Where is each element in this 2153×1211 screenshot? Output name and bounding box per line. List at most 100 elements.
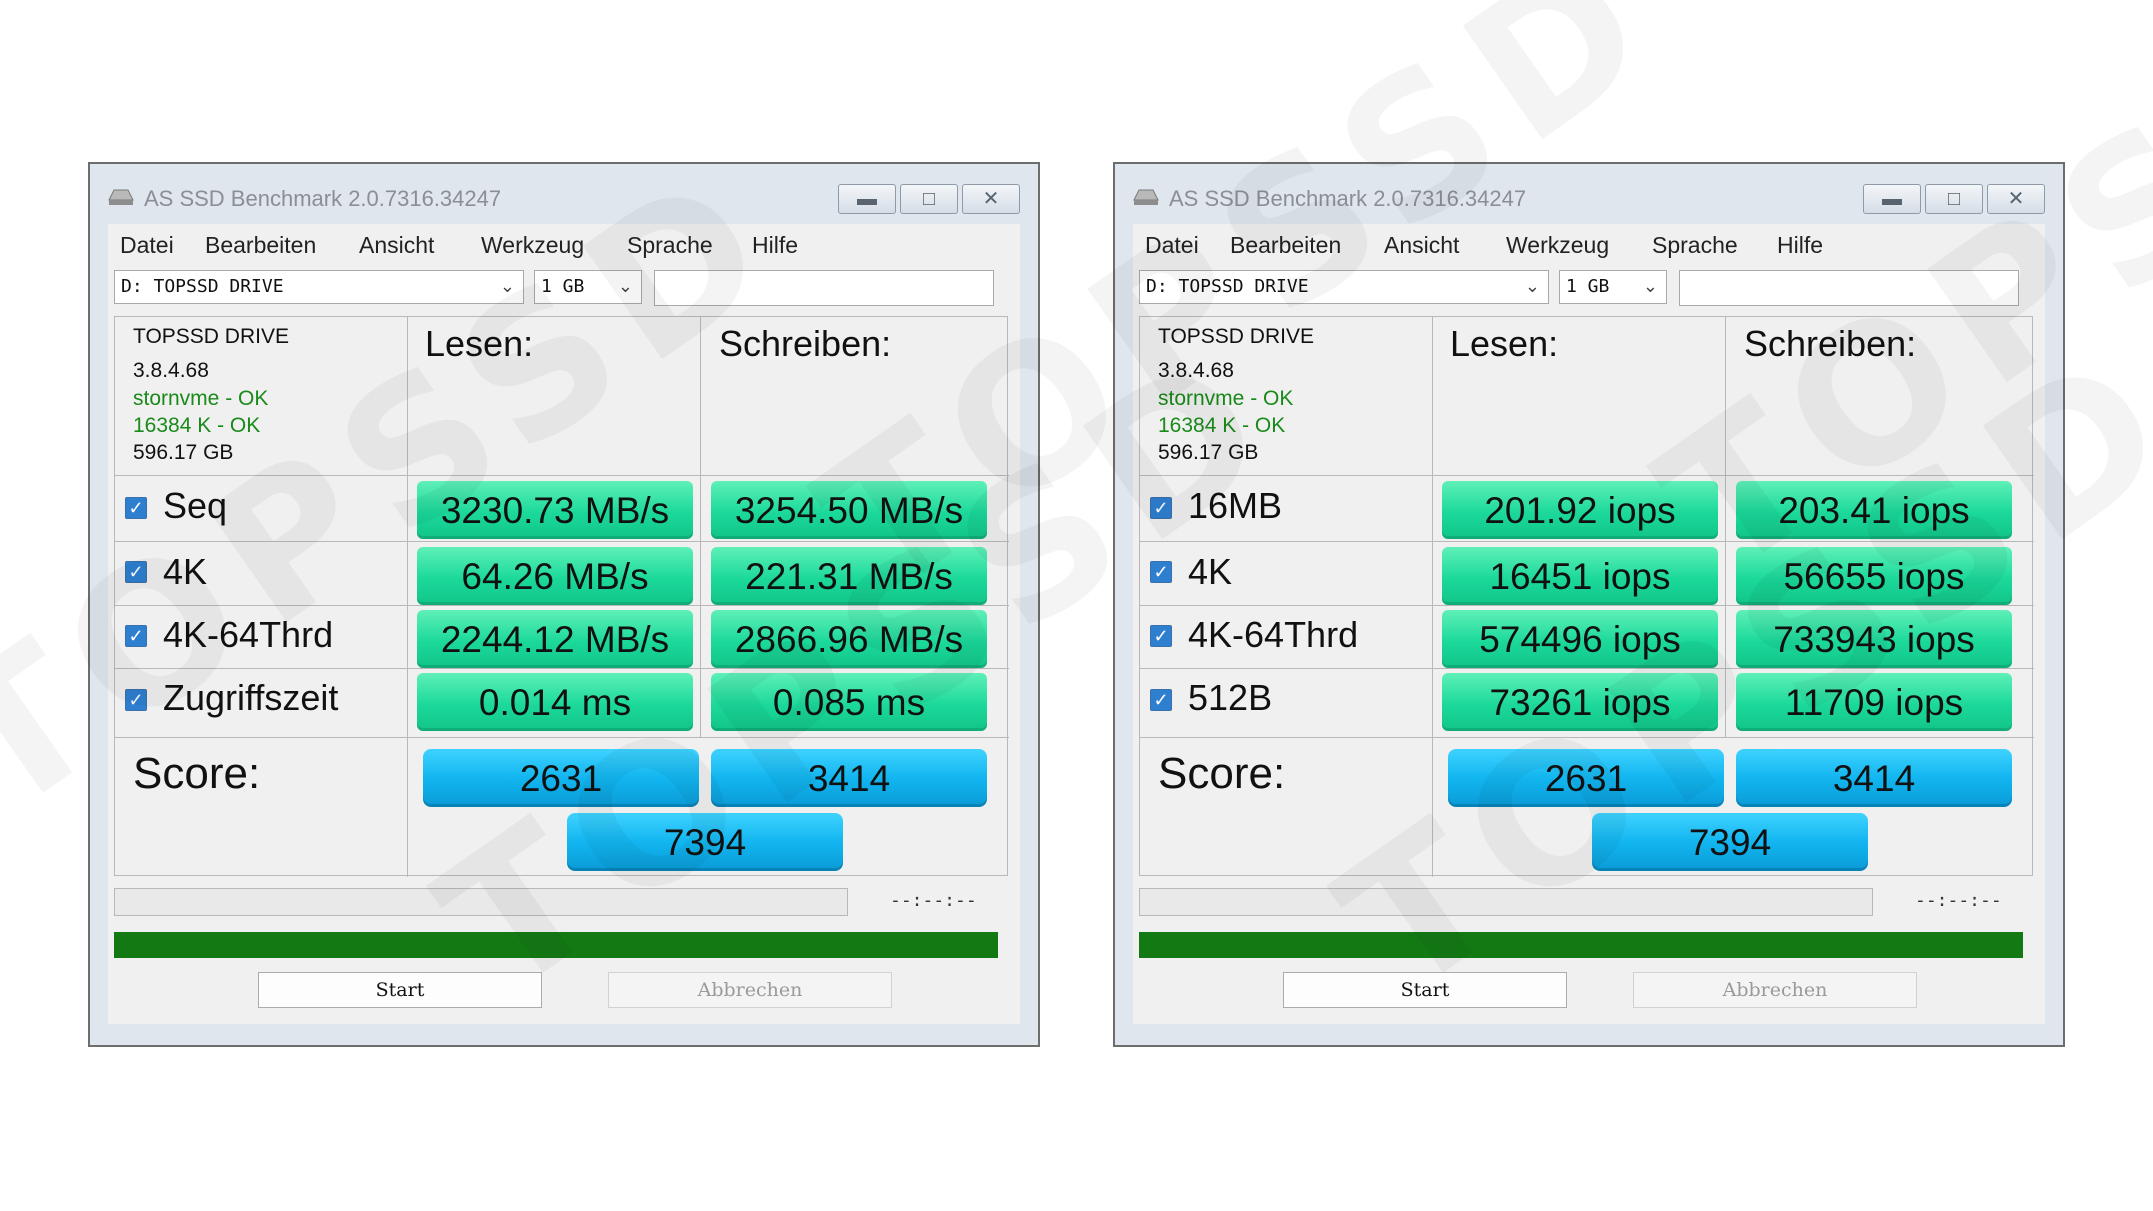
drive-name: TOPSSD DRIVE: [133, 325, 289, 348]
drive-name: TOPSSD DRIVE: [1158, 325, 1314, 348]
title-bar[interactable]: AS SSD Benchmark 2.0.7316.34247 ▬ □ ✕: [1115, 164, 2063, 224]
menu-ansicht[interactable]: Ansicht: [1384, 232, 1459, 259]
16mb-checkbox[interactable]: ✓: [1150, 497, 1172, 519]
progress-bar: [1139, 932, 2023, 958]
start-button[interactable]: Start: [258, 972, 542, 1008]
start-button[interactable]: Start: [1283, 972, 1567, 1008]
size-select[interactable]: 1 GB ⌄: [1559, 270, 1667, 304]
score-read: 2631: [1448, 749, 1724, 807]
access-time-checkbox[interactable]: ✓: [125, 689, 147, 711]
write-header: Schreiben:: [719, 323, 892, 364]
result-write-4k-64thrd: 2866.96 MB/s: [711, 610, 987, 668]
result-write-seq: 3254.50 MB/s: [711, 481, 987, 539]
menu-bearbeiten[interactable]: Bearbeiten: [1230, 232, 1341, 259]
result-read-4k: 16451 iops: [1442, 547, 1718, 605]
menu-bar: Datei Bearbeiten Ansicht Werkzeug Sprach…: [1133, 230, 2045, 264]
row-label-4k-64thrd: 4K-64Thrd: [1188, 614, 1359, 655]
menu-werkzeug[interactable]: Werkzeug: [481, 232, 584, 259]
firmware-version: 3.8.4.68: [133, 359, 209, 382]
chevron-down-icon: ⌄: [499, 276, 515, 297]
row-label-16mb: 16MB: [1188, 485, 1283, 526]
drive-select[interactable]: D: TOPSSD DRIVE ⌄: [114, 270, 524, 304]
row-label-4k: 4K: [163, 551, 208, 592]
result-write-4k: 56655 iops: [1736, 547, 2012, 605]
score-total: 7394: [1592, 813, 1868, 871]
close-button[interactable]: ✕: [1987, 184, 2045, 214]
row-label-access-time: Zugriffszeit: [163, 677, 339, 718]
firmware-version: 3.8.4.68: [1158, 359, 1234, 382]
elapsed-time: --:--:--: [890, 890, 977, 911]
menu-werkzeug[interactable]: Werkzeug: [1506, 232, 1609, 259]
write-header: Schreiben:: [1744, 323, 1917, 364]
row-label-seq: Seq: [163, 485, 228, 526]
result-read-access-time: 0.014 ms: [417, 673, 693, 731]
maximize-button[interactable]: □: [1925, 184, 1983, 214]
result-write-16mb: 203.41 iops: [1736, 481, 2012, 539]
drive-select-value: D: TOPSSD DRIVE: [1146, 276, 1309, 297]
menu-ansicht[interactable]: Ansicht: [359, 232, 434, 259]
elapsed-time: --:--:--: [1915, 890, 2002, 911]
title-bar[interactable]: AS SSD Benchmark 2.0.7316.34247 ▬ □ ✕: [90, 164, 1038, 224]
menu-bar: Datei Bearbeiten Ansicht Werkzeug Sprach…: [108, 230, 1020, 264]
results-grid: TOPSSD DRIVE 3.8.4.68 stornvme - OK 1638…: [1139, 316, 2034, 877]
4k-64thrd-checkbox[interactable]: ✓: [125, 625, 147, 647]
close-button[interactable]: ✕: [962, 184, 1020, 214]
progress-track: [114, 888, 848, 916]
driver-status: stornvme - OK: [133, 387, 269, 410]
row-label-512b: 512B: [1188, 677, 1273, 718]
score-label: Score:: [1158, 749, 1286, 798]
status-textbox[interactable]: [1679, 270, 2019, 306]
maximize-button[interactable]: □: [900, 184, 958, 214]
read-header: Lesen:: [1450, 323, 1559, 364]
size-select-value: 1 GB: [541, 276, 585, 297]
size-select-value: 1 GB: [1566, 276, 1610, 297]
drive-icon: [1133, 189, 1159, 205]
cancel-button[interactable]: Abbrechen: [608, 972, 892, 1008]
score-write: 3414: [1736, 749, 2012, 807]
chevron-down-icon: ⌄: [1524, 276, 1540, 297]
result-read-4k-64thrd: 574496 iops: [1442, 610, 1718, 668]
512b-checkbox[interactable]: ✓: [1150, 689, 1172, 711]
score-total: 7394: [567, 813, 843, 871]
size-select[interactable]: 1 GB ⌄: [534, 270, 642, 304]
progress-bar: [114, 932, 998, 958]
benchmark-window-transfer: AS SSD Benchmark 2.0.7316.34247 ▬ □ ✕ Da…: [88, 162, 1040, 1047]
drive-capacity: 596.17 GB: [133, 441, 234, 464]
score-read: 2631: [423, 749, 699, 807]
read-header: Lesen:: [425, 323, 534, 364]
menu-datei[interactable]: Datei: [1145, 232, 1199, 259]
menu-sprache[interactable]: Sprache: [627, 232, 713, 259]
status-textbox[interactable]: [654, 270, 994, 306]
progress-track: [1139, 888, 1873, 916]
minimize-button[interactable]: ▬: [838, 184, 896, 214]
chevron-down-icon: ⌄: [1642, 276, 1658, 297]
menu-sprache[interactable]: Sprache: [1652, 232, 1738, 259]
result-read-16mb: 201.92 iops: [1442, 481, 1718, 539]
4k-64thrd-checkbox[interactable]: ✓: [1150, 625, 1172, 647]
score-write: 3414: [711, 749, 987, 807]
result-read-512b: 73261 iops: [1442, 673, 1718, 731]
result-write-4k-64thrd: 733943 iops: [1736, 610, 2012, 668]
minimize-button[interactable]: ▬: [1863, 184, 1921, 214]
results-grid: TOPSSD DRIVE 3.8.4.68 stornvme - OK 1638…: [114, 316, 1009, 877]
seq-checkbox[interactable]: ✓: [125, 497, 147, 519]
4k-checkbox[interactable]: ✓: [125, 561, 147, 583]
drive-select[interactable]: D: TOPSSD DRIVE ⌄: [1139, 270, 1549, 304]
chevron-down-icon: ⌄: [617, 276, 633, 297]
drive-capacity: 596.17 GB: [1158, 441, 1259, 464]
menu-hilfe[interactable]: Hilfe: [1777, 232, 1823, 259]
client-area: Datei Bearbeiten Ansicht Werkzeug Sprach…: [108, 224, 1020, 1024]
alignment-status: 16384 K - OK: [1158, 414, 1286, 437]
result-write-512b: 11709 iops: [1736, 673, 2012, 731]
cancel-button[interactable]: Abbrechen: [1633, 972, 1917, 1008]
4k-checkbox[interactable]: ✓: [1150, 561, 1172, 583]
result-write-access-time: 0.085 ms: [711, 673, 987, 731]
result-read-seq: 3230.73 MB/s: [417, 481, 693, 539]
menu-datei[interactable]: Datei: [120, 232, 174, 259]
menu-bearbeiten[interactable]: Bearbeiten: [205, 232, 316, 259]
result-read-4k-64thrd: 2244.12 MB/s: [417, 610, 693, 668]
score-label: Score:: [133, 749, 261, 798]
menu-hilfe[interactable]: Hilfe: [752, 232, 798, 259]
result-write-4k: 221.31 MB/s: [711, 547, 987, 605]
drive-icon: [108, 189, 134, 205]
